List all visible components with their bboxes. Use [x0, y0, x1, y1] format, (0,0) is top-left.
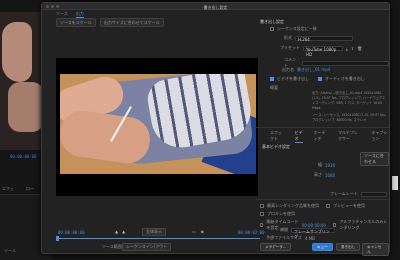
dialog-title: 書き出し設定 — [203, 4, 228, 10]
height-value[interactable]: 1080 — [325, 173, 335, 178]
output-name-label: 出力名 — [282, 67, 294, 72]
proxy-label: プロキシを使用 — [267, 211, 295, 216]
frame-rate-label: フレームレート — [330, 191, 358, 196]
proxy-checkbox[interactable] — [260, 212, 264, 216]
export-button[interactable]: 書き出し — [336, 243, 361, 251]
mark-in-icon[interactable]: ▲ — [115, 229, 118, 234]
format-row: 形式 H.264 — [284, 35, 353, 42]
timeline-start-timecode[interactable]: 00:00:00:00 — [58, 230, 85, 235]
summary-source: ソース: シーケンス, 1920x1080 (1.0), 29.97 fps, … — [312, 113, 386, 122]
zoom-fit-dropdown[interactable]: 全体表示 — [142, 228, 166, 236]
options-divider — [256, 199, 389, 200]
width-label: 幅 — [318, 162, 322, 167]
background-label-b[interactable]: ロー — [26, 186, 34, 192]
cancel-button[interactable]: キャンセル — [362, 243, 389, 256]
frame-rate-dropdown[interactable] — [360, 191, 387, 197]
format-dropdown[interactable]: H.264 — [295, 35, 353, 42]
section-divider — [256, 127, 389, 128]
video-preview — [56, 58, 258, 196]
interp-row: 補間 フレームサンプリング — [280, 227, 335, 239]
export-audio-label: オーディオを書き出し — [325, 76, 365, 81]
basic-video-heading[interactable]: 基本ビデオ設定 — [262, 144, 290, 150]
settings-section-title[interactable]: 書き出し設定 — [260, 19, 284, 25]
timeline-scrubber[interactable] — [56, 238, 260, 239]
background-timecode: 00:00:00:00 — [10, 154, 37, 159]
match-sequence-label: シーケンス設定に一致 — [277, 26, 317, 31]
background-label-c: ツール — [4, 248, 16, 253]
preset-label: プリセット — [280, 45, 300, 50]
import-preset-icon[interactable]: ⇪ — [351, 46, 354, 51]
height-row: 高さ 1080 — [314, 172, 335, 178]
preset-dropdown[interactable]: YouTube 1080p HD — [303, 45, 343, 57]
interp-dropdown[interactable]: フレームサンプリング — [291, 227, 335, 239]
size-row: 予想ファイルサイズ 4 MB — [266, 235, 315, 241]
source-scaling-label: ソースをスケール — [56, 18, 96, 27]
max-render-checkbox[interactable] — [260, 204, 264, 208]
match-sequence-checkbox[interactable] — [270, 27, 274, 31]
tab-captions[interactable]: キャプション — [371, 130, 389, 143]
export-video-label: ビデオを書き出し — [277, 76, 309, 81]
source-scaling-row: ソースをスケール 出力サイズに合わせてスケール — [56, 18, 164, 27]
comment-input[interactable] — [302, 60, 389, 66]
video-frame — [60, 74, 256, 174]
proxy-row: プロキシを使用 — [260, 211, 295, 217]
background-scrollbar[interactable] — [392, 176, 398, 190]
preview-label: プレビューを使用 — [333, 203, 365, 208]
output-name-link[interactable]: 書き出し_01.mp4 — [297, 67, 330, 73]
start-tc-checkbox[interactable] — [260, 223, 264, 227]
summary-text: 出力: /Users/.../書き出し_01.mp4 1920x1080 (1.… — [312, 91, 388, 123]
background-label-a[interactable]: エフェ — [2, 186, 14, 192]
size-label: 予想ファイルサイズ — [266, 235, 302, 240]
height-label: 高さ — [314, 172, 322, 177]
width-row: 幅 1920 — [318, 162, 335, 168]
metadata-button[interactable]: メタデータ... — [260, 243, 292, 251]
preview-tabs: ソース 出力 — [56, 11, 84, 18]
preview-checkbox[interactable] — [326, 204, 330, 208]
dialog-titlebar[interactable]: 書き出し設定 — [42, 3, 389, 10]
aspect-icon[interactable]: ▭ — [192, 229, 196, 234]
export-settings-pane: 書き出し設定 シーケンス設定に一致 形式 H.264 プリセット YouTube… — [256, 11, 389, 256]
max-render-label: 最高レンダリング品質を使用 — [267, 203, 319, 208]
background-editor-right — [390, 0, 400, 260]
tab-source[interactable]: ソース — [56, 11, 68, 18]
timeline-mark-controls: ▲ ▲ — [115, 229, 125, 234]
summary-heading[interactable]: 概要 — [270, 85, 278, 91]
export-settings-dialog: 書き出し設定 ソース 出力 ソースをスケール 出力サイズに合わせてスケール 00… — [41, 2, 390, 256]
alpha-label: アルファチャンネルのみレンダリング — [339, 219, 388, 230]
interp-label: 補間 — [280, 227, 288, 232]
source-scaling-dropdown[interactable]: 出力サイズに合わせてスケール — [99, 18, 164, 27]
tab-output[interactable]: 出力 — [75, 11, 84, 18]
match-source-button[interactable]: ソースに合わせる — [360, 152, 389, 166]
size-value: 4 MB — [304, 235, 315, 241]
output-name-row: 出力名 書き出し_01.mp4 — [282, 67, 330, 73]
format-label: 形式 — [284, 35, 292, 40]
max-render-row: 最高レンダリング品質を使用 プレビューを使用 — [260, 203, 365, 209]
export-video-checkbox[interactable] — [270, 77, 274, 81]
mark-out-icon[interactable]: ▲ — [122, 229, 125, 234]
match-sequence-row: シーケンス設定に一致 — [270, 26, 317, 32]
marker-icon[interactable]: ◆ — [201, 229, 204, 234]
summary-output: 出力: /Users/.../書き出し_01.mp4 1920x1080 (1.… — [312, 91, 386, 110]
tab-effects[interactable]: エフェクト — [270, 130, 285, 143]
source-range-dropdown[interactable]: シーケンスイン/アウト — [122, 243, 172, 251]
settings-tabs: エフェクト ビデオ オーディオ マルチプレクサー キャプション — [270, 130, 389, 143]
tab-multiplexer[interactable]: マルチプレクサー — [338, 130, 361, 143]
queue-button[interactable]: キュー — [312, 243, 333, 251]
width-value[interactable]: 1920 — [325, 163, 335, 168]
frame-rate-row: フレームレート — [330, 191, 387, 197]
save-preset-icon[interactable]: ⤓ — [346, 46, 348, 51]
export-toggles-row: ビデオを書き出し オーディオを書き出し — [270, 76, 365, 82]
tab-video[interactable]: ビデオ — [294, 130, 304, 143]
delete-preset-icon[interactable]: 🗑 — [357, 46, 362, 51]
playhead-handle[interactable] — [56, 236, 59, 241]
preset-row: プリセット YouTube 1080p HD ⤓ ⇪ 🗑 — [280, 45, 362, 57]
source-range-label: ソース範囲 — [102, 244, 122, 249]
export-audio-checkbox[interactable] — [318, 77, 322, 81]
timeline-icons: ▭ ◆ — [192, 229, 204, 234]
tab-audio[interactable]: オーディオ — [313, 130, 327, 143]
